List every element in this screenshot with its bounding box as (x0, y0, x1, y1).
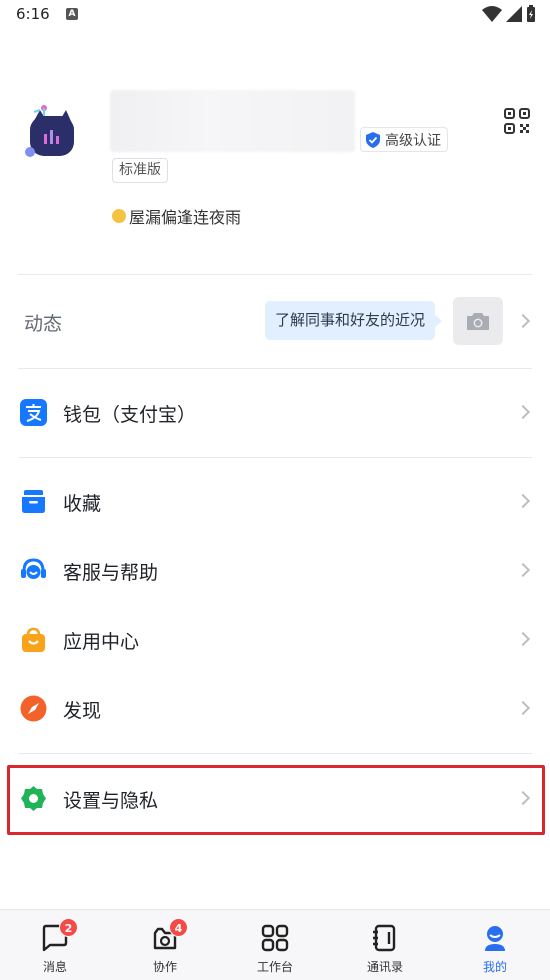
moments-row[interactable]: 动态 了解同事和好友的近况 (0, 275, 550, 368)
chevron-right-icon (515, 631, 531, 647)
tab-label: 工作台 (256, 960, 293, 974)
edition-tag: 标准版 (112, 158, 168, 183)
moments-camera-thumbnail[interactable] (453, 297, 503, 345)
tab-label: 通讯录 (366, 960, 403, 974)
status-indicators (482, 5, 536, 23)
menu-item-app-center[interactable]: 应用中心 (0, 605, 550, 674)
chevron-right-icon (515, 562, 531, 578)
status-bar: 6:16 A (0, 0, 550, 30)
tab-workbench[interactable]: 工作台 (220, 910, 330, 980)
auth-badge-label: 高级认证 (385, 132, 441, 149)
status-time: 6:16 (16, 5, 50, 23)
headset-support-icon (21, 558, 46, 579)
verified-shield-icon (366, 131, 380, 148)
tab-messages[interactable]: 2 消息 (0, 910, 110, 980)
username-redacted (110, 90, 355, 152)
wifi-icon (482, 6, 502, 22)
wallet-label: 钱包（支付宝） (63, 404, 197, 426)
chevron-right-icon (515, 700, 531, 716)
tab-collaborate[interactable]: 4 协作 (110, 910, 220, 980)
chevron-right-icon (515, 404, 531, 420)
app-center-label: 应用中心 (63, 631, 140, 653)
sweat-smile-emoji-icon (112, 209, 126, 223)
qr-code-icon[interactable] (504, 108, 530, 134)
notification-app-icon: A (66, 8, 78, 20)
favorites-label: 收藏 (63, 493, 102, 515)
chevron-right-icon (515, 493, 531, 509)
divider (18, 368, 532, 369)
tab-contacts[interactable]: 通讯录 (330, 910, 440, 980)
highlight-box (7, 765, 545, 835)
messages-badge: 2 (59, 918, 78, 937)
discover-label: 发现 (63, 700, 102, 722)
grid-apps-icon (261, 924, 289, 952)
battery-icon (527, 5, 535, 22)
support-label: 客服与帮助 (63, 562, 159, 584)
alipay-icon (20, 399, 47, 426)
moments-hint-bubble: 了解同事和好友的近况 (265, 301, 443, 340)
divider (18, 457, 532, 458)
signal-icon (506, 6, 522, 22)
contacts-book-icon (373, 924, 396, 952)
divider (18, 753, 532, 754)
moments-label: 动态 (24, 313, 63, 335)
personal-signature[interactable]: 屋漏偏逢连夜雨 (112, 204, 241, 228)
bottom-nav: 2 消息 4 协作 工作台 通讯录 我的 (0, 909, 550, 980)
profile-section: 高级认证 标准版 屋漏偏逢连夜雨 (0, 90, 550, 275)
avatar[interactable] (22, 98, 82, 160)
menu-item-discover[interactable]: 发现 (0, 674, 550, 743)
menu-item-support[interactable]: 客服与帮助 (0, 536, 550, 605)
camera-icon (467, 313, 489, 330)
signature-text: 屋漏偏逢连夜雨 (129, 208, 242, 227)
advanced-verification-badge[interactable]: 高级认证 (360, 127, 448, 152)
tab-label: 我的 (482, 960, 507, 974)
collaborate-badge: 4 (169, 918, 188, 937)
tab-me[interactable]: 我的 (440, 910, 550, 980)
shopping-bag-icon (22, 627, 45, 652)
tab-label: 消息 (42, 960, 67, 974)
favorites-box-icon (22, 490, 45, 513)
chevron-right-icon (515, 313, 531, 329)
tab-label: 协作 (152, 960, 177, 974)
user-profile-icon (485, 926, 505, 951)
menu-item-favorites[interactable]: 收藏 (0, 467, 550, 536)
menu-item-wallet[interactable]: 钱包（支付宝） (0, 378, 550, 447)
compass-icon (20, 695, 47, 722)
